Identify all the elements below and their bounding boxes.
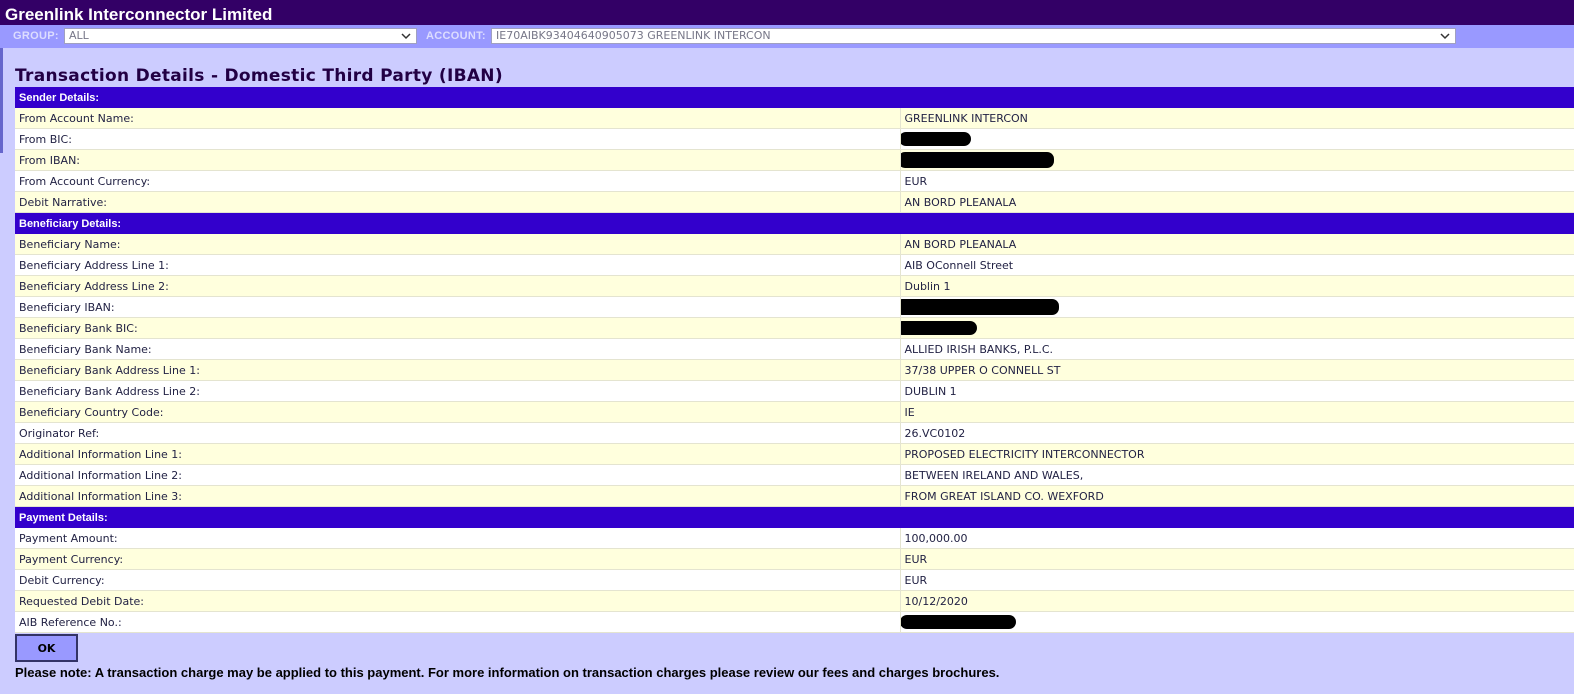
table-row: Beneficiary IBAN: [15, 296, 1574, 318]
field-label: AIB Reference No.: [15, 611, 900, 633]
ok-button[interactable]: OK [15, 634, 78, 662]
section-header-beneficiary: Beneficiary Details: [15, 212, 1574, 234]
field-value: GREENLINK INTERCON [899, 108, 1574, 129]
field-label: From Account Currency: [15, 170, 900, 192]
section-heading: Payment Details: [15, 506, 1574, 528]
field-value: BETWEEN IRELAND AND WALES, [899, 464, 1574, 486]
field-value [899, 149, 1574, 171]
table-row: Beneficiary Bank BIC: [15, 317, 1574, 339]
field-value: 37/38 UPPER O CONNELL ST [899, 359, 1574, 381]
title-bar: Greenlink Interconnector Limited [0, 0, 1574, 25]
field-label: Beneficiary Bank Address Line 1: [15, 359, 900, 381]
section-heading: Sender Details: [15, 87, 1574, 108]
left-accent-strip [0, 48, 3, 153]
table-row: Beneficiary Bank Address Line 1: 37/38 UP… [15, 359, 1574, 381]
account-select-value: IE70AIBK93404640905073 GREENLINK INTERCO… [496, 29, 771, 42]
table-row: Payment Amount: 100,000.00 [15, 528, 1574, 549]
field-value: IE [899, 401, 1574, 423]
group-select[interactable]: ALL [64, 28, 417, 44]
table-row: From BIC: [15, 128, 1574, 150]
redaction-mark [901, 321, 977, 335]
field-value [899, 611, 1574, 633]
table-row: Payment Currency: EUR [15, 548, 1574, 570]
table-row: AIB Reference No.: [15, 611, 1574, 633]
filter-bar: GROUP: ALL ACCOUNT: IE70AIBK934046409050… [0, 25, 1574, 48]
group-select-value: ALL [69, 29, 89, 42]
field-value [899, 296, 1574, 318]
table-row: Additional Information Line 2: BETWEEN IR… [15, 464, 1574, 486]
table-row: Beneficiary Country Code: IE [15, 401, 1574, 423]
field-value: Dublin 1 [899, 275, 1574, 297]
field-value: EUR [899, 170, 1574, 192]
transaction-details-table: Sender Details: From Account Name: GREENL… [15, 87, 1574, 633]
table-row: Requested Debit Date: 10/12/2020 [15, 590, 1574, 612]
field-value: ALLIED IRISH BANKS, P.L.C. [899, 338, 1574, 360]
redaction-mark [901, 615, 1016, 629]
app-title: Greenlink Interconnector Limited [5, 5, 273, 24]
field-value: EUR [899, 569, 1574, 591]
field-label: From BIC: [15, 128, 900, 150]
field-value: 26.VC0102 [899, 422, 1574, 444]
table-row: Beneficiary Bank Address Line 2: DUBLIN 1 [15, 380, 1574, 402]
field-label: Additional Information Line 1: [15, 443, 900, 465]
field-value: DUBLIN 1 [899, 380, 1574, 402]
table-row: Beneficiary Name: AN BORD PLEANALA [15, 234, 1574, 255]
chevron-down-icon [1440, 33, 1450, 40]
table-row: Debit Narrative: AN BORD PLEANALA [15, 191, 1574, 213]
field-value: AN BORD PLEANALA [899, 234, 1574, 255]
redaction-mark [901, 132, 971, 146]
field-value: 10/12/2020 [899, 590, 1574, 612]
account-label: ACCOUNT: [426, 30, 486, 42]
field-label: Beneficiary Name: [15, 234, 900, 255]
group-label: GROUP: [13, 30, 59, 42]
field-label: Beneficiary Bank Address Line 2: [15, 380, 900, 402]
field-label: From IBAN: [15, 149, 900, 171]
table-row: Originator Ref: 26.VC0102 [15, 422, 1574, 444]
section-header-sender: Sender Details: [15, 87, 1574, 108]
field-label: Payment Amount: [15, 528, 900, 549]
field-label: Beneficiary Bank BIC: [15, 317, 900, 339]
field-value: PROPOSED ELECTRICITY INTERCONNECTOR [899, 443, 1574, 465]
field-label: Payment Currency: [15, 548, 900, 570]
field-label: Originator Ref: [15, 422, 900, 444]
field-label: Beneficiary Bank Name: [15, 338, 900, 360]
section-header-payment: Payment Details: [15, 506, 1574, 528]
account-select[interactable]: IE70AIBK93404640905073 GREENLINK INTERCO… [491, 28, 1456, 44]
field-value: FROM GREAT ISLAND CO. WEXFORD [899, 485, 1574, 507]
redaction-mark [901, 299, 1059, 315]
field-label: Additional Information Line 3: [15, 485, 900, 507]
table-row: From Account Name: GREENLINK INTERCON [15, 108, 1574, 129]
field-label: Beneficiary IBAN: [15, 296, 900, 318]
section-heading: Beneficiary Details: [15, 212, 1574, 234]
field-value [899, 128, 1574, 150]
field-label: Debit Currency: [15, 569, 900, 591]
field-value: AN BORD PLEANALA [899, 191, 1574, 213]
table-row: Additional Information Line 1: PROPOSED E… [15, 443, 1574, 465]
table-row: Beneficiary Bank Name: ALLIED IRISH BANKS… [15, 338, 1574, 360]
field-label: Beneficiary Address Line 2: [15, 275, 900, 297]
field-label: From Account Name: [15, 108, 900, 129]
field-label: Beneficiary Address Line 1: [15, 254, 900, 276]
table-row: Debit Currency: EUR [15, 569, 1574, 591]
field-label: Additional Information Line 2: [15, 464, 900, 486]
table-row: From Account Currency: EUR [15, 170, 1574, 192]
table-row: From IBAN: [15, 149, 1574, 171]
field-label: Debit Narrative: [15, 191, 900, 213]
chevron-down-icon [401, 33, 411, 40]
field-value: AIB OConnell Street [899, 254, 1574, 276]
field-value [899, 317, 1574, 339]
table-row: Beneficiary Address Line 2: Dublin 1 [15, 275, 1574, 297]
field-label: Requested Debit Date: [15, 590, 900, 612]
transaction-charge-note: Please note: A transaction charge may be… [15, 665, 1000, 680]
table-row: Additional Information Line 3: FROM GREAT… [15, 485, 1574, 507]
field-value: EUR [899, 548, 1574, 570]
page-title: Transaction Details - Domestic Third Par… [15, 66, 503, 86]
table-row: Beneficiary Address Line 1: AIB OConnell … [15, 254, 1574, 276]
redaction-mark [901, 152, 1054, 168]
field-value: 100,000.00 [899, 528, 1574, 549]
field-label: Beneficiary Country Code: [15, 401, 900, 423]
